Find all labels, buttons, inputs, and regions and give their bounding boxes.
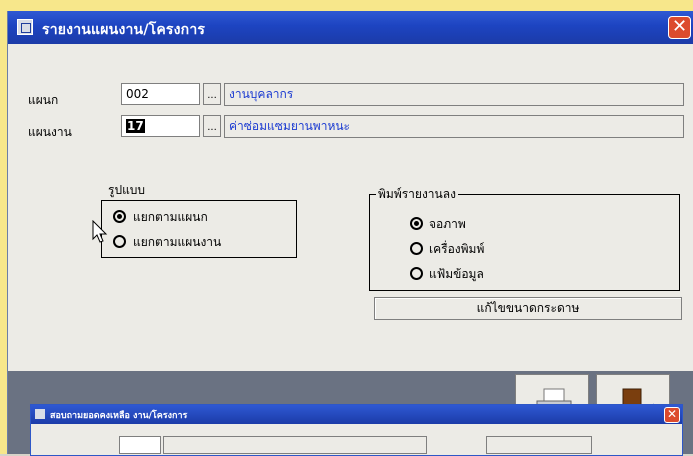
format-option-label: แยกตามแผนงาน — [133, 235, 222, 249]
window-title: รายงานแผนงาน/โครงการ — [42, 22, 206, 38]
department-code-input[interactable]: 002 — [121, 83, 200, 105]
mouse-cursor-icon — [92, 220, 108, 243]
print-option-label: เครื่องพิมพ์ — [429, 242, 485, 256]
child-input[interactable] — [119, 436, 161, 454]
edit-paper-size-button[interactable]: แก้ไขขนาดกระดาษ — [374, 297, 682, 320]
radio-checked[interactable] — [410, 217, 423, 230]
child-window-title: สอบถามยอดคงเหลือ งาน/โครงการ — [50, 411, 188, 421]
department-name-field: งานบุคลากร — [224, 83, 684, 106]
plan-code-selected-text: 17 — [126, 119, 145, 133]
child-button[interactable] — [486, 436, 592, 454]
close-button[interactable]: ✕ — [668, 16, 691, 39]
radio-unchecked[interactable] — [113, 235, 126, 248]
child-close-button[interactable]: ✕ — [664, 407, 680, 423]
report-window: รายงานแผนงาน/โครงการ ✕ แผนก 002 ... งานบ… — [7, 11, 693, 454]
app-icon — [17, 19, 33, 35]
radio-unchecked[interactable] — [410, 242, 423, 255]
radio-unchecked[interactable] — [410, 267, 423, 280]
app-icon — [35, 409, 45, 419]
format-group-caption: รูปแบบ — [108, 183, 146, 197]
title-bar: รายงานแผนงาน/โครงการ ✕ — [8, 11, 693, 44]
department-lookup-button[interactable]: ... — [203, 83, 221, 105]
child-title-bar: สอบถามยอดคงเหลือ งาน/โครงการ ✕ — [31, 405, 682, 424]
plan-label: แผนงาน — [28, 125, 72, 139]
department-label: แผนก — [28, 93, 59, 107]
plan-code-input[interactable]: 17 — [121, 115, 200, 137]
plan-lookup-button[interactable]: ... — [203, 115, 221, 137]
print-option-label: จอภาพ — [429, 217, 466, 231]
format-option-label: แยกตามแผนก — [133, 210, 208, 224]
print-option-label: แฟ้มข้อมูล — [429, 267, 484, 281]
balance-inquiry-window: สอบถามยอดคงเหลือ งาน/โครงการ ✕ — [30, 404, 683, 456]
print-group-caption: พิมพ์รายงานลง — [376, 185, 458, 204]
plan-name-field: ค่าซ่อมแซมยานพาหนะ — [224, 115, 684, 138]
radio-checked[interactable] — [113, 210, 126, 223]
child-description-field — [163, 436, 427, 454]
